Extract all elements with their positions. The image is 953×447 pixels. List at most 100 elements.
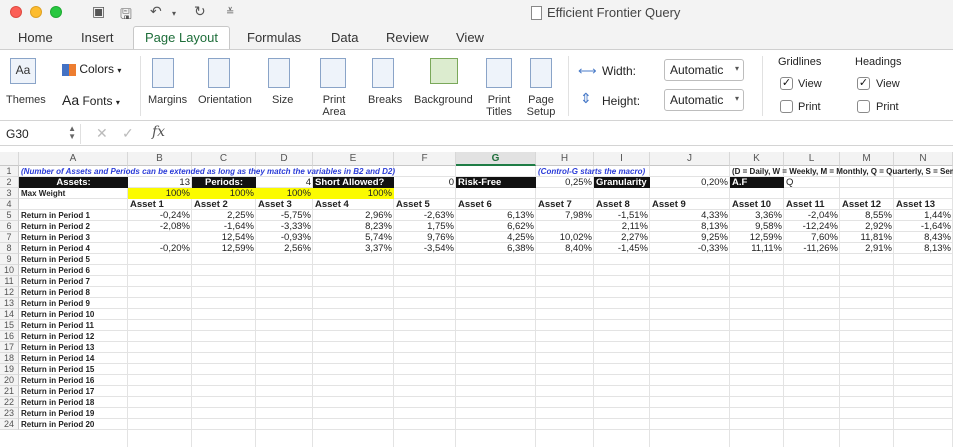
risk-free-value[interactable]: 0,25% — [536, 177, 594, 188]
gridlines-print-checkbox[interactable] — [780, 100, 793, 113]
return-cell[interactable]: -1,51% — [594, 210, 650, 221]
asset-header[interactable]: Asset 8 — [594, 199, 650, 210]
orientation-button[interactable]: Orientation — [198, 94, 252, 106]
return-cell[interactable]: 8,55% — [840, 210, 894, 221]
short-allowed-value[interactable]: 0 — [394, 177, 456, 188]
return-cell[interactable]: 3,36% — [730, 210, 784, 221]
row-header[interactable]: 22 — [0, 397, 19, 408]
background-button[interactable]: Background — [414, 94, 473, 106]
period-label[interactable]: Return in Period 16 — [19, 375, 128, 386]
return-cell[interactable]: -1,64% — [894, 221, 953, 232]
column-header-e[interactable]: E — [313, 152, 394, 166]
zoom-window-button[interactable] — [50, 6, 62, 18]
period-label[interactable]: Return in Period 7 — [19, 276, 128, 287]
return-cell[interactable]: 2,56% — [256, 243, 313, 254]
column-header-k[interactable]: K — [730, 152, 784, 166]
row-header[interactable]: 4 — [0, 199, 19, 210]
return-cell[interactable]: 10,02% — [536, 232, 594, 243]
return-cell[interactable]: -1,64% — [192, 221, 256, 232]
return-cell[interactable]: 9,25% — [650, 232, 730, 243]
assets-label[interactable]: Assets: — [19, 177, 128, 188]
column-header-n[interactable]: N — [894, 152, 953, 166]
period-label[interactable]: Return in Period 4 — [19, 243, 128, 254]
return-cell[interactable]: -11,26% — [784, 243, 840, 254]
return-cell[interactable]: 2,92% — [840, 221, 894, 232]
breaks-button[interactable]: Breaks — [368, 94, 402, 106]
sidebar-toggle-icon[interactable]: ▣ — [92, 4, 105, 20]
return-cell[interactable]: -0,20% — [128, 243, 192, 254]
name-box-stepper-icon[interactable]: ▲ ▼ — [68, 125, 76, 141]
tab-view[interactable]: View — [456, 29, 484, 46]
tab-insert[interactable]: Insert — [81, 29, 114, 46]
headings-print-checkbox[interactable] — [857, 100, 870, 113]
af-label[interactable]: A.F — [730, 177, 784, 188]
row-header[interactable]: 6 — [0, 221, 19, 232]
return-cell[interactable]: 6,62% — [456, 221, 536, 232]
period-label[interactable]: Return in Period 18 — [19, 397, 128, 408]
risk-free-label[interactable]: Risk-Free — [456, 177, 536, 188]
row-header[interactable]: 14 — [0, 309, 19, 320]
row-header[interactable]: 18 — [0, 353, 19, 364]
granularity-value[interactable]: 0,20% — [650, 177, 730, 188]
column-header-b[interactable]: B — [128, 152, 192, 166]
asset-header[interactable]: Asset 10 — [730, 199, 784, 210]
column-header-l[interactable]: L — [784, 152, 840, 166]
column-header-h[interactable]: H — [536, 152, 594, 166]
column-header-g[interactable]: G — [456, 152, 536, 166]
return-cell[interactable]: -12,24% — [784, 221, 840, 232]
return-cell[interactable]: 9,76% — [394, 232, 456, 243]
column-header-c[interactable]: C — [192, 152, 256, 166]
row-header[interactable]: 10 — [0, 265, 19, 276]
return-cell[interactable]: 1,44% — [894, 210, 953, 221]
return-cell[interactable]: 2,91% — [840, 243, 894, 254]
return-cell[interactable]: 8,43% — [894, 232, 953, 243]
print-area-icon[interactable] — [320, 58, 346, 88]
asset-header[interactable]: Asset 11 — [784, 199, 840, 210]
row-header[interactable]: 19 — [0, 364, 19, 375]
column-header-m[interactable]: M — [840, 152, 894, 166]
minimize-window-button[interactable] — [30, 6, 42, 18]
return-cell[interactable]: -2,08% — [128, 221, 192, 232]
undo-dropdown-icon[interactable]: ▾ — [172, 9, 176, 18]
asset-header[interactable]: Asset 6 — [456, 199, 536, 210]
asset-header[interactable]: Asset 3 — [256, 199, 313, 210]
orientation-icon[interactable] — [208, 58, 230, 88]
return-cell[interactable]: -3,54% — [394, 243, 456, 254]
tab-review[interactable]: Review — [386, 29, 429, 46]
gridlines-view-checkbox[interactable]: ✓ — [780, 77, 793, 90]
periods-value[interactable]: 4 — [256, 177, 313, 188]
asset-header[interactable]: Asset 7 — [536, 199, 594, 210]
return-cell[interactable]: -1,45% — [594, 243, 650, 254]
enter-icon[interactable]: ✓ — [122, 125, 134, 142]
cancel-icon[interactable]: ✕ — [96, 125, 108, 142]
period-label[interactable]: Return in Period 17 — [19, 386, 128, 397]
page-setup-icon[interactable] — [530, 58, 552, 88]
max-weight-cell[interactable]: 100% — [313, 188, 394, 199]
period-label[interactable]: Return in Period 6 — [19, 265, 128, 276]
row-header[interactable]: 21 — [0, 386, 19, 397]
asset-header[interactable]: Asset 5 — [394, 199, 456, 210]
tab-home[interactable]: Home — [18, 29, 53, 46]
period-label[interactable]: Return in Period 11 — [19, 320, 128, 331]
return-cell[interactable]: 12,54% — [192, 232, 256, 243]
row-header[interactable]: 13 — [0, 298, 19, 309]
max-weight-label[interactable]: Max Weight — [19, 188, 128, 199]
return-cell[interactable]: 11,81% — [840, 232, 894, 243]
row-header[interactable]: 15 — [0, 320, 19, 331]
column-header-d[interactable]: D — [256, 152, 313, 166]
column-header-i[interactable]: I — [594, 152, 650, 166]
return-cell[interactable]: 1,75% — [394, 221, 456, 232]
width-select[interactable]: Automatic ▾ — [664, 59, 744, 81]
asset-header[interactable]: Asset 9 — [650, 199, 730, 210]
row-header[interactable]: 9 — [0, 254, 19, 265]
row-header[interactable]: 23 — [0, 408, 19, 419]
return-cell[interactable]: 8,13% — [650, 221, 730, 232]
return-cell[interactable]: 7,98% — [536, 210, 594, 221]
return-cell[interactable]: 2,96% — [313, 210, 394, 221]
return-cell[interactable]: -2,04% — [784, 210, 840, 221]
undo-icon[interactable]: ↶ — [150, 4, 162, 20]
margins-button[interactable]: Margins — [148, 94, 187, 106]
period-label[interactable]: Return in Period 14 — [19, 353, 128, 364]
colors-button[interactable]: Colors ▾ — [62, 62, 121, 76]
return-cell[interactable]: 6,13% — [456, 210, 536, 221]
